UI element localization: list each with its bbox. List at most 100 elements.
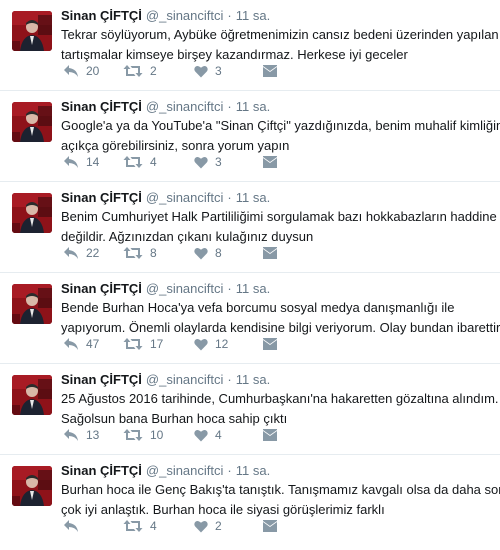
user-handle[interactable]: @_sinanciftci [146,190,224,205]
like-button[interactable]: 3 [194,62,222,80]
user-handle[interactable]: @_sinanciftci [146,99,224,114]
user-name[interactable]: Sinan ÇİFTÇİ [61,372,142,387]
retweet-count: 2 [150,64,157,78]
reply-icon [63,64,79,78]
avatar[interactable] [12,193,52,233]
reply-icon [63,519,79,533]
like-count: 12 [215,337,229,351]
tweet-header: Sinan ÇİFTÇİ @_sinanciftci · 11 sa. [61,372,490,388]
direct-message-button[interactable] [263,426,277,444]
direct-message-button[interactable] [263,153,277,171]
like-button[interactable]: 12 [194,335,228,353]
reply-button[interactable] [63,517,86,535]
direct-message-button[interactable] [263,62,277,80]
like-count: 3 [215,155,222,169]
heart-icon [194,156,208,169]
tweet-header: Sinan ÇİFTÇİ @_sinanciftci · 11 sa. [61,190,490,206]
tweet-timestamp[interactable]: 11 sa. [236,99,270,114]
tweet-actions: 14 4 3 [61,153,301,171]
direct-message-button[interactable] [263,244,277,262]
avatar[interactable] [12,284,52,324]
separator-dot: · [227,8,232,23]
retweet-count: 4 [150,155,157,169]
retweet-count: 8 [150,246,157,260]
like-count: 3 [215,64,222,78]
tweet-item[interactable]: Sinan ÇİFTÇİ @_sinanciftci · 11 sa. Tekrar s… [0,0,500,91]
retweet-icon [123,64,143,78]
reply-icon [63,428,79,442]
avatar[interactable] [12,102,52,142]
avatar[interactable] [12,466,52,506]
reply-button[interactable]: 20 [63,62,99,80]
direct-message-button[interactable] [263,335,277,353]
direct-message-button[interactable] [263,517,277,535]
user-name[interactable]: Sinan ÇİFTÇİ [61,99,142,114]
retweet-button[interactable]: 2 [123,62,157,80]
reply-icon [63,155,79,169]
tweet-timestamp[interactable]: 11 sa. [236,8,270,23]
envelope-icon [263,247,277,259]
separator-dot: · [227,463,232,478]
reply-icon [63,337,79,351]
retweet-icon [123,337,143,351]
tweet-content: Sinan ÇİFTÇİ @_sinanciftci · 11 sa. Bende Bu… [61,281,500,337]
tweet-item[interactable]: Sinan ÇİFTÇİ @_sinanciftci · 11 sa. Burhan h… [0,455,500,546]
user-handle[interactable]: @_sinanciftci [146,8,224,23]
tweet-timestamp[interactable]: 11 sa. [236,463,270,478]
user-name[interactable]: Sinan ÇİFTÇİ [61,190,142,205]
like-count: 4 [215,428,222,442]
separator-dot: · [227,281,232,296]
retweet-button[interactable]: 4 [123,517,157,535]
retweet-icon [123,428,143,442]
tweet-content: Sinan ÇİFTÇİ @_sinanciftci · 11 sa. Benim Cu… [61,190,497,246]
reply-count: 13 [86,428,100,442]
user-handle[interactable]: @_sinanciftci [146,281,224,296]
tweet-text-line: 25 Ağustos 2016 tarihinde, Cumhurbaşkanı… [61,391,499,406]
tweet-item[interactable]: Sinan ÇİFTÇİ @_sinanciftci · 11 sa. 25 Ağust… [0,364,500,455]
retweet-button[interactable]: 8 [123,244,157,262]
heart-icon [194,520,208,533]
retweet-icon [123,519,143,533]
heart-icon [194,65,208,78]
tweet-timestamp[interactable]: 11 sa. [236,372,270,387]
avatar[interactable] [12,375,52,415]
avatar[interactable] [12,11,52,51]
envelope-icon [263,156,277,168]
reply-count: 47 [86,337,100,351]
retweet-button[interactable]: 4 [123,153,157,171]
tweet-text-line: Benim Cumhuriyet Halk Partililiğimi sorg… [61,209,497,224]
tweet-item[interactable]: Sinan ÇİFTÇİ @_sinanciftci · 11 sa. Benim Cu… [0,182,500,273]
tweet-item[interactable]: Sinan ÇİFTÇİ @_sinanciftci · 11 sa. Google'a… [0,91,500,182]
tweet-actions: 13 10 4 [61,426,301,444]
user-handle[interactable]: @_sinanciftci [146,463,224,478]
tweet-text-line: Tekrar söylüyorum, Aybüke öğretmenimizin… [61,27,500,42]
tweet-content: Sinan ÇİFTÇİ @_sinanciftci · 11 sa. Google'a… [61,99,500,155]
user-name[interactable]: Sinan ÇİFTÇİ [61,281,142,296]
reply-button[interactable]: 14 [63,153,99,171]
reply-icon [63,246,79,260]
tweet-actions: 20 2 3 [61,62,301,80]
retweet-count: 4 [150,519,157,533]
reply-button[interactable]: 13 [63,426,99,444]
retweet-button[interactable]: 10 [123,426,163,444]
user-name[interactable]: Sinan ÇİFTÇİ [61,8,142,23]
tweet-item[interactable]: Sinan ÇİFTÇİ @_sinanciftci · 11 sa. Bende Bu… [0,273,500,364]
retweet-count: 10 [150,428,164,442]
envelope-icon [263,65,277,77]
like-button[interactable]: 8 [194,244,222,262]
tweet-timestamp[interactable]: 11 sa. [236,281,270,296]
user-handle[interactable]: @_sinanciftci [146,372,224,387]
like-button[interactable]: 3 [194,153,222,171]
tweet-actions: 22 8 8 [61,244,301,262]
like-button[interactable]: 4 [194,426,222,444]
reply-button[interactable]: 22 [63,244,99,262]
retweet-button[interactable]: 17 [123,335,163,353]
like-button[interactable]: 2 [194,517,222,535]
user-name[interactable]: Sinan ÇİFTÇİ [61,463,142,478]
retweet-icon [123,246,143,260]
tweet-text-line: Google'a ya da YouTube'a "Sinan Çiftçi" … [61,118,500,133]
tweet-timestamp[interactable]: 11 sa. [236,190,270,205]
reply-button[interactable]: 47 [63,335,99,353]
tweet-header: Sinan ÇİFTÇİ @_sinanciftci · 11 sa. [61,281,490,297]
reply-count: 14 [86,155,100,169]
